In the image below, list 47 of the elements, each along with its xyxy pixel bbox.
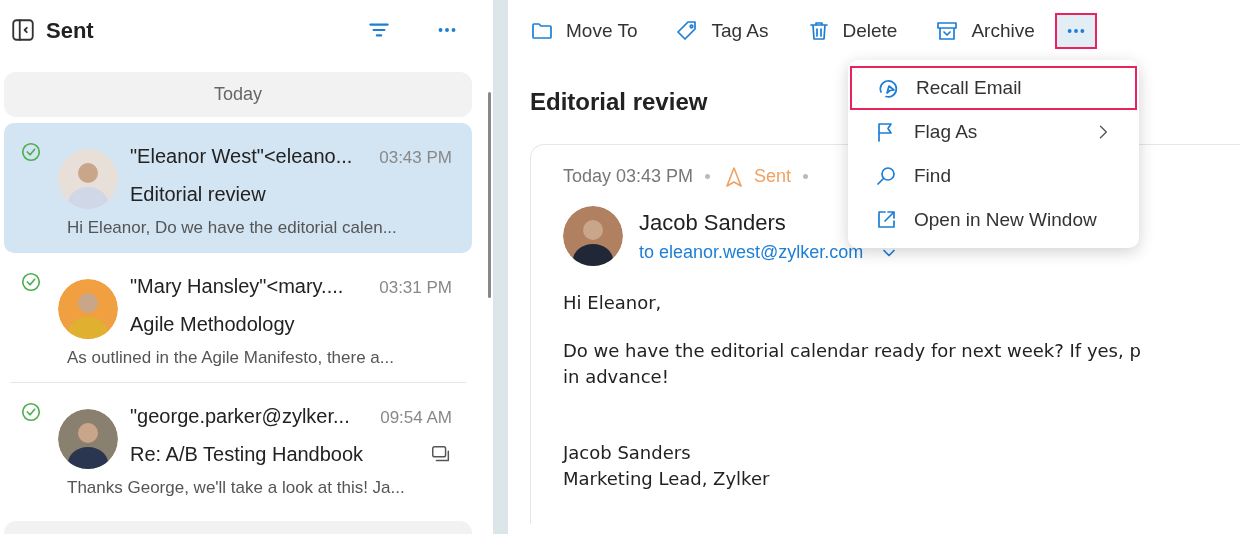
sidebar-toggle-icon[interactable] [10,17,36,43]
toolbar-button[interactable]: Tag As [675,16,769,46]
body-text: Do we have the editorial calendar ready for next week? If yes, p [563,339,1142,363]
email-subject: Editorial review [530,87,708,117]
separator-dot [705,174,711,179]
toolbar-button[interactable]: Delete [806,16,898,46]
message-time: 03:43 PM [379,147,452,169]
message-preview: Thanks George, we'll take a look at this! Ja... [67,477,406,499]
avatar [58,409,118,469]
menu-item[interactable]: Flag As [848,110,1139,154]
message-item[interactable]: "Eleanor West"<eleano... 03:43 PM Editorial review Hi Eleanor, Do we have the editorial calen... [4,123,472,253]
avatar [58,279,118,339]
email-status: Sent [754,165,792,188]
email-date: Today 03:43 PM [563,165,694,188]
more-button[interactable] [1054,13,1097,49]
sender-name: Jacob Sanders [639,209,786,237]
message-item[interactable]: "Mary Hansley"<mary.... 03:31 PM Agile Methodology As outlined in the Agile Manifesto, there a... [4,253,472,383]
archive-icon [935,19,960,43]
menu-item[interactable]: Find [848,154,1139,198]
sender-name: "george.parker@zylker... [130,404,350,429]
avatar [58,149,118,209]
body-text: in advance! [563,365,670,389]
message-subject: Editorial review [130,182,266,207]
message-time: 03:31 PM [379,277,452,299]
search-icon [874,164,898,188]
folder-title: Sent [46,16,94,45]
separator-dot [803,174,809,179]
message-subject: Agile Methodology [130,312,295,337]
message-preview: Hi Eleanor, Do we have the editorial calen... [67,217,398,239]
message-time: 09:54 AM [380,407,452,429]
body-text: Marketing Lead, Zylker [563,467,771,491]
message-item[interactable]: "george.parker@zylker... 09:54 AM Re: A/B Testing Handbook Thanks George, we'll take a look at this! Ja... [4,383,472,513]
body-text: Hi Eleanor, [563,291,663,315]
date-group-header: Today [4,72,472,117]
message-subject: Re: A/B Testing Handbook [130,442,364,467]
body-text: Jacob Sanders [563,441,692,465]
menu-item[interactable]: Open in New Window [848,198,1139,242]
message-preview: As outlined in the Agile Manifesto, there a... [67,347,395,369]
toolbar-button[interactable]: Archive [935,16,1035,46]
menu-item[interactable]: Recall Email [850,66,1137,110]
recipient-link[interactable]: to eleanor.west@zylker.com [639,239,864,266]
sender-name: "Mary Hansley"<mary.... [130,274,344,299]
scrollbar[interactable] [488,92,491,298]
toolbar-button[interactable]: Move To [530,16,638,46]
more-icon [1066,28,1085,34]
avatar [563,206,623,266]
sender-name: "Eleanor West"<eleano... [130,144,353,169]
